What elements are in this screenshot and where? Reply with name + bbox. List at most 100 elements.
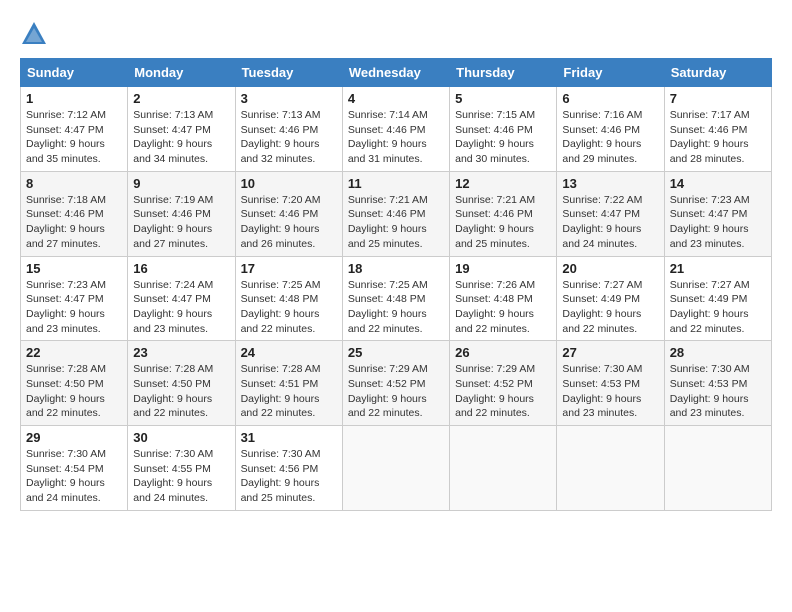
calendar-cell: 27 Sunrise: 7:30 AM Sunset: 4:53 PM Dayli… bbox=[557, 341, 664, 426]
calendar-cell: 17 Sunrise: 7:25 AM Sunset: 4:48 PM Dayli… bbox=[235, 256, 342, 341]
calendar-week-row: 15 Sunrise: 7:23 AM Sunset: 4:47 PM Dayli… bbox=[21, 256, 772, 341]
day-info: Sunrise: 7:19 AM Sunset: 4:46 PM Dayligh… bbox=[133, 193, 229, 252]
day-number: 23 bbox=[133, 345, 229, 360]
calendar-cell: 13Sunrise: 7:22 AM Sunset: 4:47 PM Dayli… bbox=[557, 171, 664, 256]
calendar-header-row: SundayMondayTuesdayWednesdayThursdayFrid… bbox=[21, 59, 772, 87]
day-number: 29 bbox=[26, 430, 122, 445]
day-info: Sunrise: 7:28 AM Sunset: 4:50 PM Dayligh… bbox=[133, 362, 229, 421]
column-header-thursday: Thursday bbox=[450, 59, 557, 87]
day-info: Sunrise: 7:25 AM Sunset: 4:48 PM Dayligh… bbox=[348, 278, 444, 337]
day-info: Sunrise: 7:29 AM Sunset: 4:52 PM Dayligh… bbox=[348, 362, 444, 421]
day-info: Sunrise: 7:20 AM Sunset: 4:46 PM Dayligh… bbox=[241, 193, 337, 252]
column-header-sunday: Sunday bbox=[21, 59, 128, 87]
day-info: Sunrise: 7:30 AM Sunset: 4:53 PM Dayligh… bbox=[562, 362, 658, 421]
calendar-cell: 11 Sunrise: 7:21 AM Sunset: 4:46 PM Dayli… bbox=[342, 171, 449, 256]
calendar-cell: 5Sunrise: 7:15 AM Sunset: 4:46 PM Daylig… bbox=[450, 87, 557, 172]
day-number: 16 bbox=[133, 261, 229, 276]
day-number: 24 bbox=[241, 345, 337, 360]
calendar-cell: 15 Sunrise: 7:23 AM Sunset: 4:47 PM Dayli… bbox=[21, 256, 128, 341]
day-number: 15 bbox=[26, 261, 122, 276]
calendar-cell: 3 Sunrise: 7:13 AM Sunset: 4:46 PM Daylig… bbox=[235, 87, 342, 172]
calendar-cell: 25 Sunrise: 7:29 AM Sunset: 4:52 PM Dayli… bbox=[342, 341, 449, 426]
calendar-cell: 10 Sunrise: 7:20 AM Sunset: 4:46 PM Dayli… bbox=[235, 171, 342, 256]
calendar-week-row: 8Sunrise: 7:18 AM Sunset: 4:46 PM Daylig… bbox=[21, 171, 772, 256]
column-header-monday: Monday bbox=[128, 59, 235, 87]
day-info: Sunrise: 7:21 AM Sunset: 4:46 PM Dayligh… bbox=[455, 193, 551, 252]
calendar-week-row: 22 Sunrise: 7:28 AM Sunset: 4:50 PM Dayli… bbox=[21, 341, 772, 426]
logo-icon bbox=[20, 20, 48, 48]
calendar-cell: 21Sunrise: 7:27 AM Sunset: 4:49 PM Dayli… bbox=[664, 256, 771, 341]
day-info: Sunrise: 7:25 AM Sunset: 4:48 PM Dayligh… bbox=[241, 278, 337, 337]
calendar-cell: 7 Sunrise: 7:17 AM Sunset: 4:46 PM Daylig… bbox=[664, 87, 771, 172]
calendar-cell: 19 Sunrise: 7:26 AM Sunset: 4:48 PM Dayli… bbox=[450, 256, 557, 341]
day-number: 10 bbox=[241, 176, 337, 191]
day-info: Sunrise: 7:13 AM Sunset: 4:46 PM Dayligh… bbox=[241, 108, 337, 167]
day-number: 3 bbox=[241, 91, 337, 106]
column-header-saturday: Saturday bbox=[664, 59, 771, 87]
day-number: 5 bbox=[455, 91, 551, 106]
day-info: Sunrise: 7:28 AM Sunset: 4:50 PM Dayligh… bbox=[26, 362, 122, 421]
day-number: 6 bbox=[562, 91, 658, 106]
page-header bbox=[20, 20, 772, 48]
day-number: 4 bbox=[348, 91, 444, 106]
day-info: Sunrise: 7:27 AM Sunset: 4:49 PM Dayligh… bbox=[562, 278, 658, 337]
day-info: Sunrise: 7:23 AM Sunset: 4:47 PM Dayligh… bbox=[670, 193, 766, 252]
column-header-friday: Friday bbox=[557, 59, 664, 87]
day-number: 19 bbox=[455, 261, 551, 276]
calendar-cell bbox=[450, 426, 557, 511]
day-info: Sunrise: 7:14 AM Sunset: 4:46 PM Dayligh… bbox=[348, 108, 444, 167]
day-info: Sunrise: 7:30 AM Sunset: 4:56 PM Dayligh… bbox=[241, 447, 337, 506]
calendar-cell: 24Sunrise: 7:28 AM Sunset: 4:51 PM Dayli… bbox=[235, 341, 342, 426]
calendar-cell bbox=[557, 426, 664, 511]
day-number: 7 bbox=[670, 91, 766, 106]
calendar-table: SundayMondayTuesdayWednesdayThursdayFrid… bbox=[20, 58, 772, 511]
day-info: Sunrise: 7:30 AM Sunset: 4:54 PM Dayligh… bbox=[26, 447, 122, 506]
day-number: 22 bbox=[26, 345, 122, 360]
day-number: 30 bbox=[133, 430, 229, 445]
calendar-cell: 4 Sunrise: 7:14 AM Sunset: 4:46 PM Daylig… bbox=[342, 87, 449, 172]
calendar-week-row: 29 Sunrise: 7:30 AM Sunset: 4:54 PM Dayli… bbox=[21, 426, 772, 511]
day-number: 21 bbox=[670, 261, 766, 276]
day-number: 13 bbox=[562, 176, 658, 191]
day-number: 31 bbox=[241, 430, 337, 445]
calendar-cell: 6 Sunrise: 7:16 AM Sunset: 4:46 PM Daylig… bbox=[557, 87, 664, 172]
calendar-cell: 18 Sunrise: 7:25 AM Sunset: 4:48 PM Dayli… bbox=[342, 256, 449, 341]
day-number: 14 bbox=[670, 176, 766, 191]
day-info: Sunrise: 7:12 AM Sunset: 4:47 PM Dayligh… bbox=[26, 108, 122, 167]
day-info: Sunrise: 7:23 AM Sunset: 4:47 PM Dayligh… bbox=[26, 278, 122, 337]
day-number: 26 bbox=[455, 345, 551, 360]
day-info: Sunrise: 7:13 AM Sunset: 4:47 PM Dayligh… bbox=[133, 108, 229, 167]
calendar-cell: 16 Sunrise: 7:24 AM Sunset: 4:47 PM Dayli… bbox=[128, 256, 235, 341]
day-number: 27 bbox=[562, 345, 658, 360]
day-info: Sunrise: 7:30 AM Sunset: 4:53 PM Dayligh… bbox=[670, 362, 766, 421]
calendar-cell: 22 Sunrise: 7:28 AM Sunset: 4:50 PM Dayli… bbox=[21, 341, 128, 426]
calendar-cell: 29 Sunrise: 7:30 AM Sunset: 4:54 PM Dayli… bbox=[21, 426, 128, 511]
day-number: 9 bbox=[133, 176, 229, 191]
calendar-cell: 31 Sunrise: 7:30 AM Sunset: 4:56 PM Dayli… bbox=[235, 426, 342, 511]
calendar-cell: 28 Sunrise: 7:30 AM Sunset: 4:53 PM Dayli… bbox=[664, 341, 771, 426]
calendar-cell: 26Sunrise: 7:29 AM Sunset: 4:52 PM Dayli… bbox=[450, 341, 557, 426]
day-info: Sunrise: 7:18 AM Sunset: 4:46 PM Dayligh… bbox=[26, 193, 122, 252]
day-info: Sunrise: 7:16 AM Sunset: 4:46 PM Dayligh… bbox=[562, 108, 658, 167]
day-info: Sunrise: 7:30 AM Sunset: 4:55 PM Dayligh… bbox=[133, 447, 229, 506]
day-number: 1 bbox=[26, 91, 122, 106]
day-number: 11 bbox=[348, 176, 444, 191]
day-info: Sunrise: 7:24 AM Sunset: 4:47 PM Dayligh… bbox=[133, 278, 229, 337]
calendar-cell: 2 Sunrise: 7:13 AM Sunset: 4:47 PM Daylig… bbox=[128, 87, 235, 172]
day-number: 2 bbox=[133, 91, 229, 106]
calendar-cell: 8Sunrise: 7:18 AM Sunset: 4:46 PM Daylig… bbox=[21, 171, 128, 256]
day-number: 18 bbox=[348, 261, 444, 276]
calendar-week-row: 1 Sunrise: 7:12 AM Sunset: 4:47 PM Daylig… bbox=[21, 87, 772, 172]
day-number: 28 bbox=[670, 345, 766, 360]
day-number: 25 bbox=[348, 345, 444, 360]
day-info: Sunrise: 7:21 AM Sunset: 4:46 PM Dayligh… bbox=[348, 193, 444, 252]
day-info: Sunrise: 7:26 AM Sunset: 4:48 PM Dayligh… bbox=[455, 278, 551, 337]
calendar-cell: 23 Sunrise: 7:28 AM Sunset: 4:50 PM Dayli… bbox=[128, 341, 235, 426]
day-info: Sunrise: 7:17 AM Sunset: 4:46 PM Dayligh… bbox=[670, 108, 766, 167]
calendar-cell: 14 Sunrise: 7:23 AM Sunset: 4:47 PM Dayli… bbox=[664, 171, 771, 256]
logo bbox=[20, 20, 52, 48]
column-header-wednesday: Wednesday bbox=[342, 59, 449, 87]
calendar-cell bbox=[664, 426, 771, 511]
day-number: 17 bbox=[241, 261, 337, 276]
day-number: 12 bbox=[455, 176, 551, 191]
